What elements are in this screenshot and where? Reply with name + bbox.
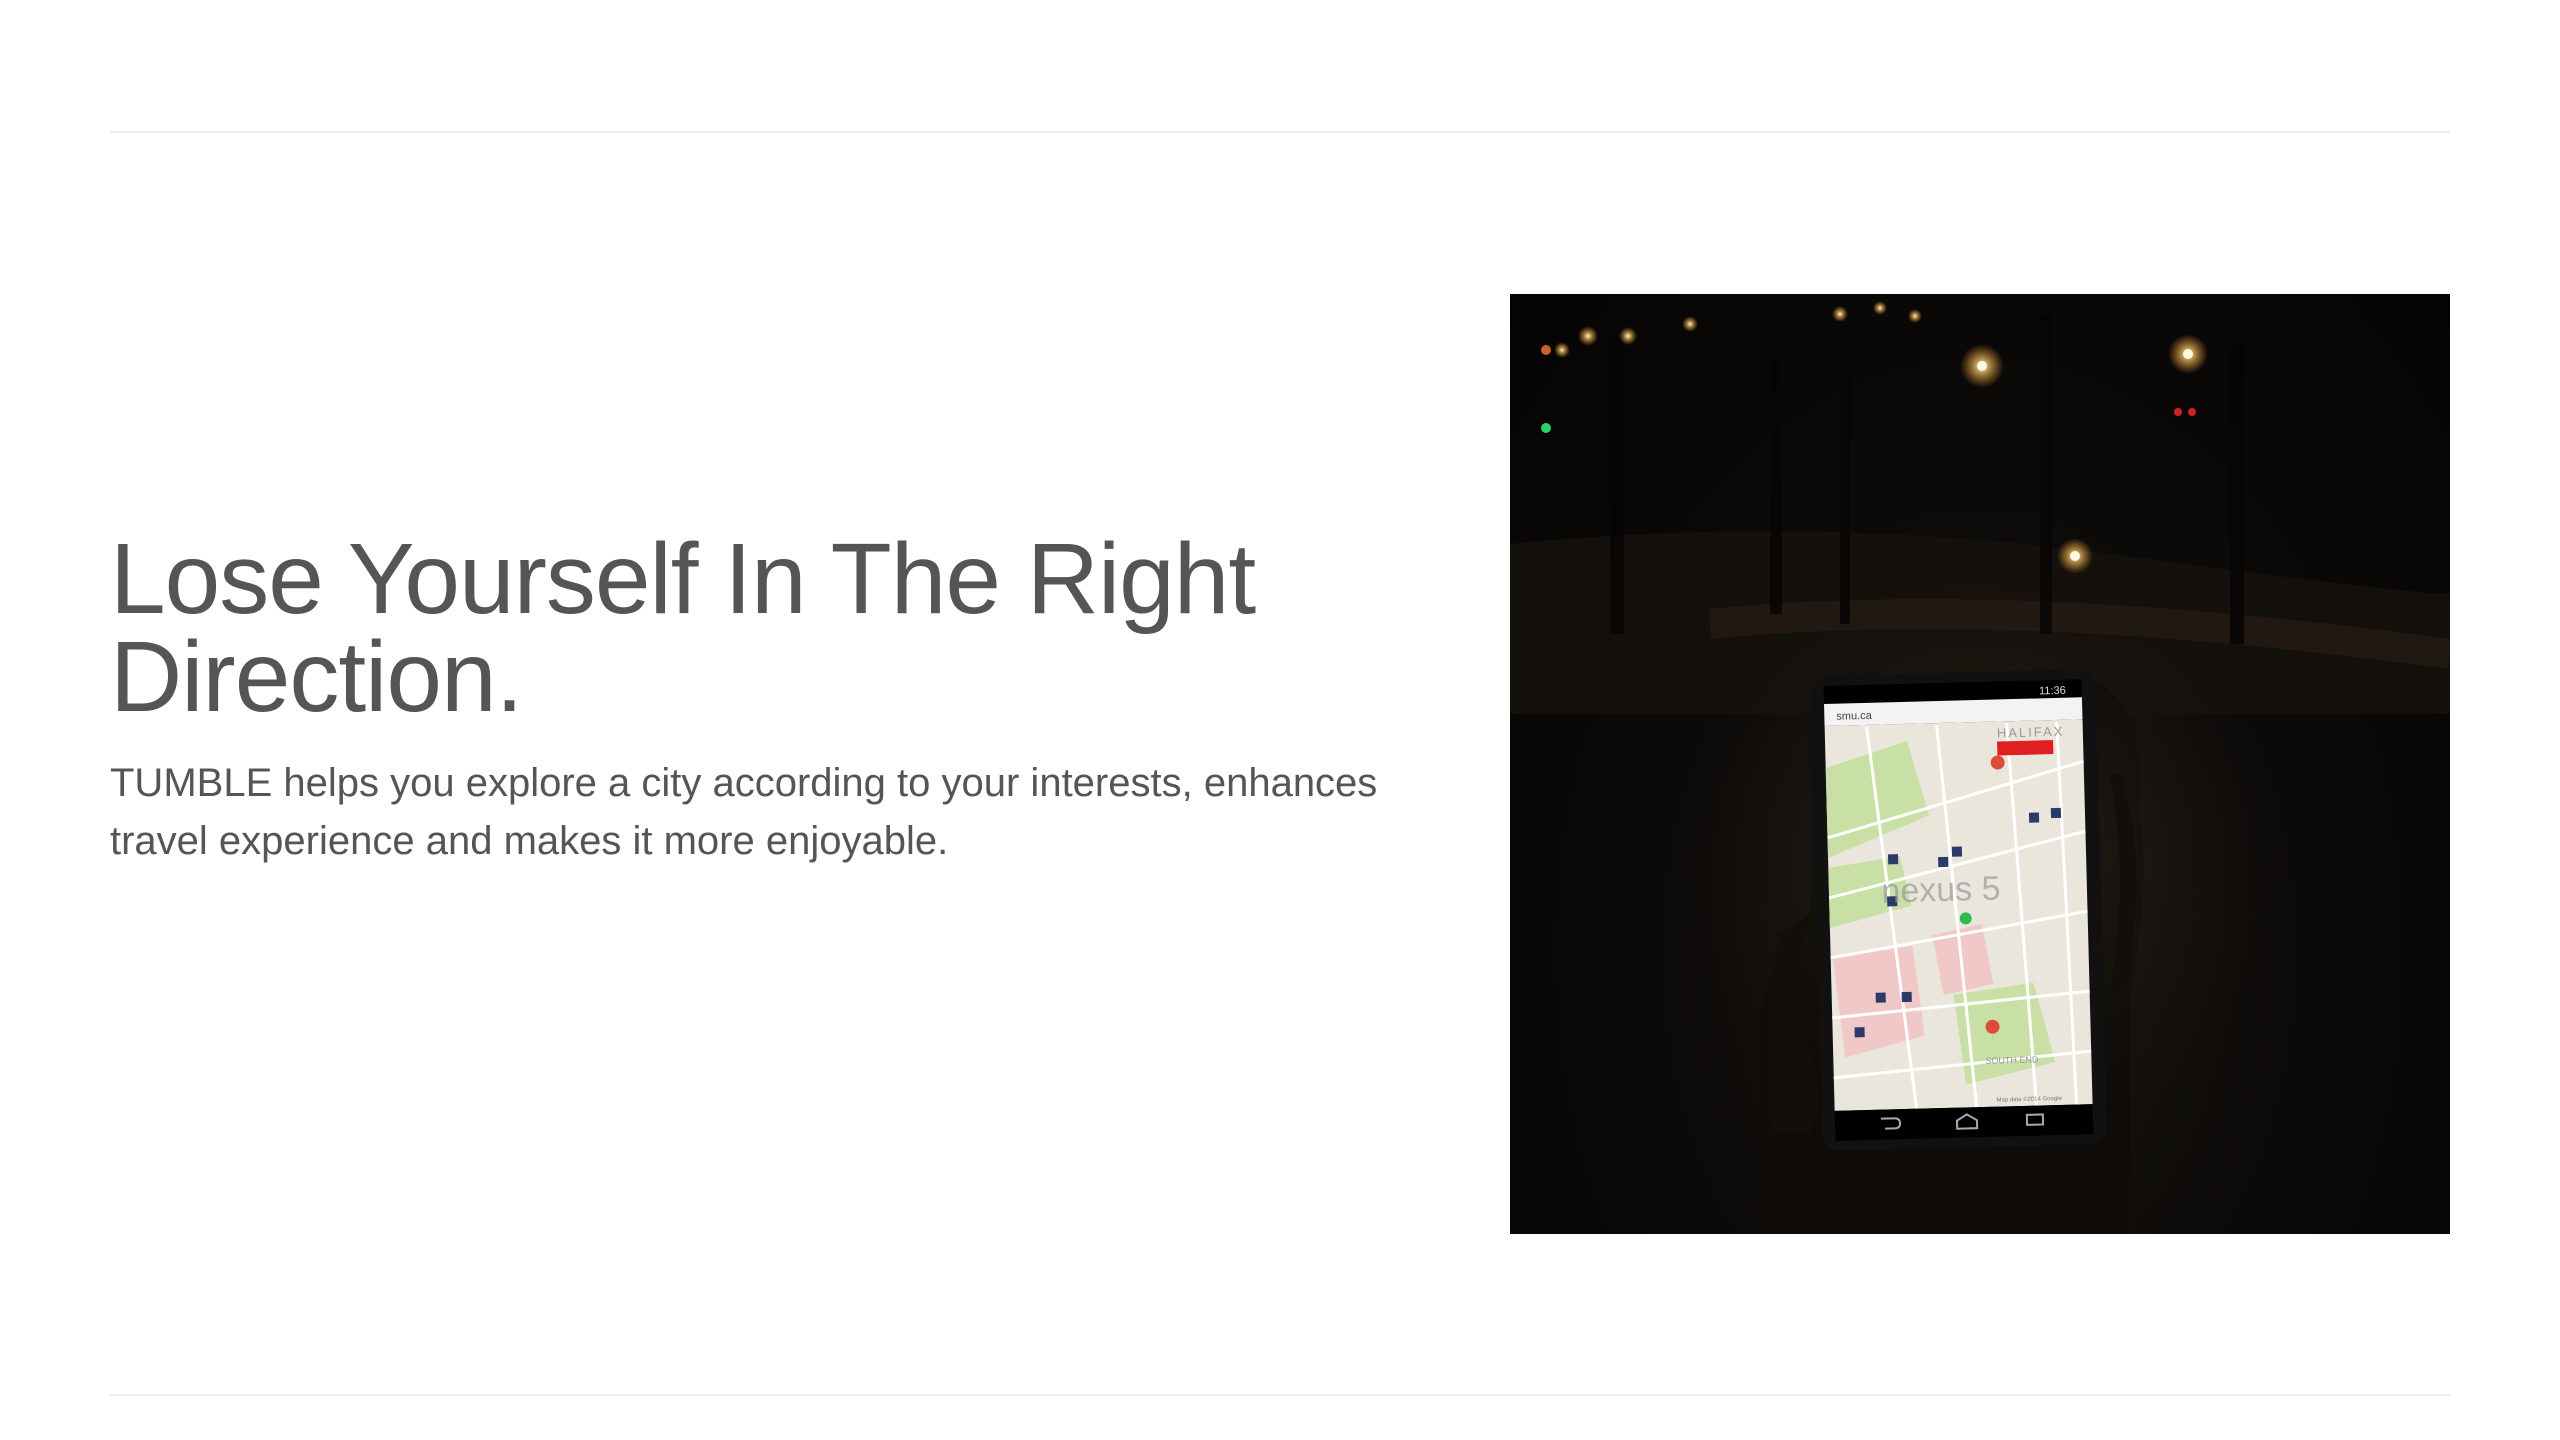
street-lights <box>1541 301 2208 574</box>
description-line-1: TUMBLE helps you explore a city accordin… <box>110 761 1378 805</box>
phone: 11:36 smu.ca nexus 5 HALIFAX SOUTH END M… <box>1810 669 2108 1151</box>
phone-brand-watermark: nexus 5 <box>1881 869 2001 910</box>
top-divider <box>110 131 2450 133</box>
phone-url-text: smu.ca <box>1836 710 1873 723</box>
page: Lose Yourself In The Right Direction. TU… <box>0 0 2560 1440</box>
description-line-2: travel experience and makes it more enjo… <box>110 819 949 863</box>
bottom-divider <box>110 1394 2450 1396</box>
hero-headline: Lose Yourself In The Right Direction. <box>110 529 1440 727</box>
hero-description: TUMBLE helps you explore a city accordin… <box>110 754 1440 870</box>
hero-text: Lose Yourself In The Right Direction. TU… <box>110 529 1440 870</box>
map-label-halifax: HALIFAX <box>1997 724 2065 741</box>
headline-line-2: Direction. <box>110 621 523 733</box>
hero-photo: 11:36 smu.ca nexus 5 HALIFAX SOUTH END M… <box>1510 294 2450 1234</box>
headline-line-1: Lose Yourself In The Right <box>110 523 1256 635</box>
map-label-south-end: SOUTH END <box>1985 1055 2039 1066</box>
phone-status-time: 11:36 <box>2039 685 2066 698</box>
night-phone-illustration: 11:36 smu.ca nexus 5 HALIFAX SOUTH END M… <box>1510 301 2450 1234</box>
